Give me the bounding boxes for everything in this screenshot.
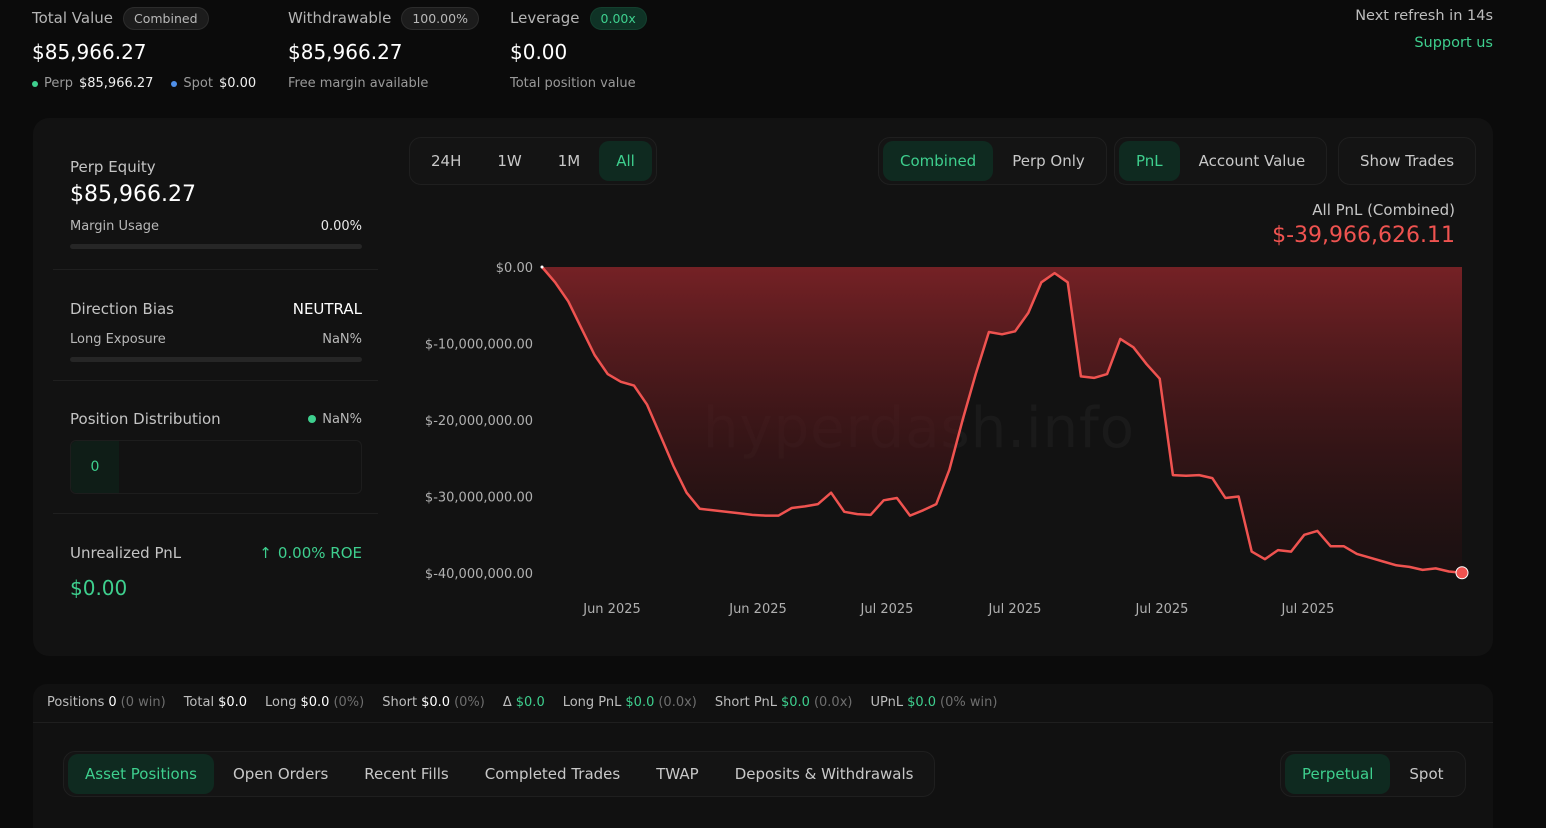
- combined-badge: Combined: [123, 6, 209, 30]
- perp-dot-icon: [32, 80, 38, 87]
- first-point-marker: [540, 265, 544, 269]
- summary-value: $0.0: [781, 695, 810, 710]
- refresh-timer: Next refresh in 14s: [1355, 8, 1493, 24]
- y-tick-label: $-30,000,000.00: [425, 491, 533, 506]
- summary-value: $0.0: [907, 695, 937, 710]
- leverage-label: Leverage: [510, 9, 580, 27]
- summary-label: UPnL: [870, 695, 904, 710]
- leverage-value: $0.00: [510, 40, 568, 64]
- summary-label: Total: [183, 695, 215, 710]
- tab-deposits-withdrawals[interactable]: Deposits & Withdrawals: [718, 754, 931, 794]
- leverage-stat: Leverage 0.00x $0.00 Total position valu…: [510, 6, 647, 91]
- position-tabs: Asset Positions Open Orders Recent Fills Co…: [63, 751, 936, 797]
- y-tick-label: $-20,000,000.00: [425, 414, 533, 429]
- y-tick-label: $-40,000,000.00: [425, 567, 533, 582]
- summary-value: $0.0: [421, 695, 451, 710]
- summary-item: UPnL $0.0 (0% win): [870, 695, 997, 710]
- summary-item: Short $0.0 (0%): [382, 695, 485, 710]
- main-panel: Perp Equity $85,966.27 Margin Usage 0.00…: [33, 118, 1493, 656]
- tab-twap[interactable]: TWAP: [639, 754, 715, 794]
- leverage-sub: Total position value: [510, 76, 636, 91]
- tab-open-orders[interactable]: Open Orders: [216, 754, 345, 794]
- tab-perpetual[interactable]: Perpetual: [1285, 754, 1391, 794]
- summary-extra: (0.0x): [813, 695, 853, 710]
- summary-extra: (0.0x): [658, 695, 697, 710]
- summary-label: Long PnL: [562, 695, 622, 710]
- summary-extra: (0 win): [120, 695, 166, 710]
- summary-item: Short PnL $0.0 (0.0x): [715, 695, 853, 710]
- summary-label: Short PnL: [714, 695, 777, 710]
- x-tick-label: Jul 2025: [860, 602, 914, 617]
- summary-label: Positions: [47, 695, 105, 710]
- withdrawable-value: $85,966.27: [288, 40, 403, 64]
- tab-completed-trades[interactable]: Completed Trades: [468, 754, 637, 794]
- summary-item: Positions 0 (0 win): [47, 695, 166, 710]
- spot-value: $0.00: [218, 76, 257, 91]
- total-value-stat: Total Value Combined $85,966.27 Perp $85…: [32, 6, 256, 91]
- summary-label: Long: [265, 695, 297, 710]
- support-link[interactable]: Support us: [1414, 35, 1493, 51]
- total-value-label: Total Value: [32, 9, 113, 27]
- y-tick-label: $-10,000,000.00: [425, 338, 533, 353]
- summary-label: Δ: [502, 695, 512, 710]
- summary-item: Long PnL $0.0 (0.0x): [563, 695, 697, 710]
- summary-item: Total $0.0: [184, 695, 247, 710]
- summary-extra: (0%): [454, 695, 485, 710]
- withdrawable-stat: Withdrawable 100.00% $85,966.27 Free mar…: [288, 6, 479, 91]
- withdrawable-label: Withdrawable: [288, 9, 392, 27]
- x-tick-label: Jun 2025: [582, 602, 641, 617]
- spot-label: Spot: [183, 76, 213, 91]
- market-tabs: Perpetual Spot: [1280, 751, 1466, 797]
- x-tick-label: Jun 2025: [728, 602, 787, 617]
- tab-spot[interactable]: Spot: [1392, 754, 1460, 794]
- x-tick-label: Jul 2025: [988, 602, 1042, 617]
- spot-dot-icon: [171, 80, 178, 87]
- tab-recent-fills[interactable]: Recent Fills: [347, 754, 465, 794]
- summary-value: $0.0: [300, 695, 330, 710]
- summary-extra: (0%): [333, 695, 365, 710]
- positions-summary: Positions 0 (0 win) Total $0.0 Long $0.0 (0%) Sh…: [47, 695, 1015, 710]
- pnl-chart: $0.00 $-10,000,000.00 $-20,000,000.00 $-30,…: [425, 261, 1469, 617]
- perp-value: $85,966.27: [78, 76, 154, 91]
- withdrawable-badge: 100.00%: [401, 6, 479, 30]
- pnl-area: [542, 267, 1462, 573]
- total-value-breakdown: Perp $85,966.27 Spot $0.00: [32, 76, 256, 91]
- withdrawable-sub: Free margin available: [288, 76, 429, 91]
- summary-value: $0.0: [218, 695, 248, 710]
- summary-extra: (0% win): [940, 695, 998, 710]
- x-tick-label: Jul 2025: [1281, 602, 1335, 617]
- tab-asset-positions[interactable]: Asset Positions: [68, 754, 214, 794]
- summary-value: $0.0: [625, 695, 655, 710]
- y-tick-label: $0.00: [496, 261, 533, 276]
- summary-value: 0: [108, 695, 117, 710]
- positions-section: Positions 0 (0 win) Total $0.0 Long $0.0 (0%) Sh…: [33, 684, 1493, 828]
- summary-value: $0.0: [515, 695, 545, 710]
- last-point-marker[interactable]: [1455, 566, 1469, 580]
- summary-item: Δ $0.0: [503, 695, 545, 710]
- summary-label: Short: [382, 695, 418, 710]
- summary-item: Long $0.0 (0%): [265, 695, 364, 710]
- total-value: $85,966.27: [32, 40, 147, 64]
- leverage-badge: 0.00x: [589, 6, 647, 30]
- perp-label: Perp: [44, 76, 73, 91]
- x-tick-label: Jul 2025: [1135, 602, 1189, 617]
